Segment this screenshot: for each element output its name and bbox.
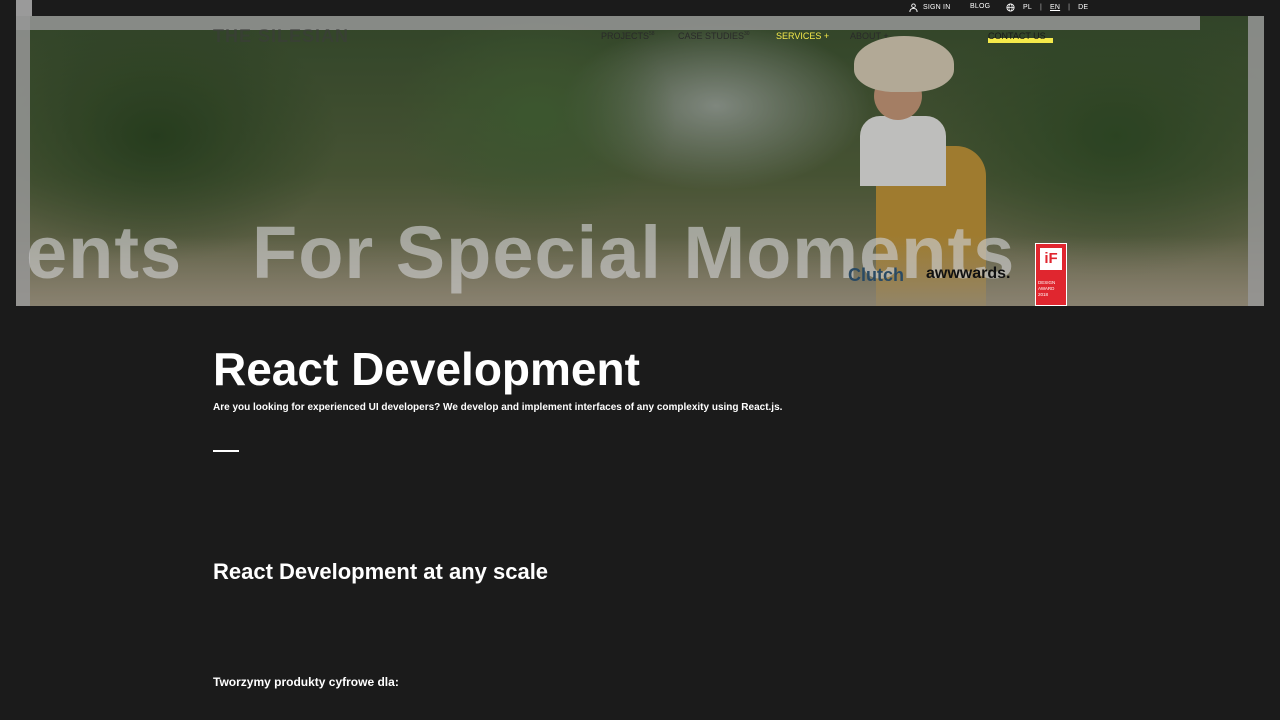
if-award-line: 2018 [1038, 292, 1049, 297]
language-switcher: PL | EN | DE [1006, 3, 1088, 12]
nav-services[interactable]: SERVICES + [776, 31, 829, 41]
utility-bar: SIGN IN BLOG PL | EN | DE [0, 0, 1280, 16]
site-logo[interactable]: THE SILESIAN [213, 26, 349, 47]
if-logo-icon: iF [1040, 248, 1062, 270]
if-award-text: DESIGN AWARD 2018 [1038, 280, 1066, 298]
if-design-award-badge[interactable]: iF DESIGN AWARD 2018 [1035, 243, 1067, 306]
clutch-badge[interactable]: Clutch [848, 265, 904, 286]
sign-in-label: SIGN IN [923, 4, 951, 11]
lang-separator: | [1068, 4, 1071, 11]
lang-pl[interactable]: PL [1023, 4, 1032, 11]
page-title: React Development [213, 343, 640, 395]
frame-top [16, 16, 1200, 30]
title-divider [213, 450, 239, 452]
section-title: React Development at any scale [213, 559, 549, 584]
nav-projects[interactable]: PROJECTS58 [601, 31, 655, 41]
blog-label: BLOG [970, 3, 991, 10]
nav-case-studies-count: 30 [744, 31, 750, 37]
products-label: Tworzymy produkty cyfrowe dla: [213, 675, 399, 689]
awwwards-badge[interactable]: awwwards. [926, 265, 1010, 283]
user-icon [909, 3, 918, 12]
marquee-text-fragment: ents [26, 211, 183, 294]
lang-separator: | [1039, 4, 1042, 11]
nav-projects-count: 58 [649, 31, 655, 37]
hero-marquee: ents For Special Moments [0, 208, 1280, 298]
page-subtitle: Are you looking for experienced UI devel… [213, 402, 783, 413]
nav-case-studies[interactable]: CASE STUDIES30 [678, 31, 750, 41]
lang-en[interactable]: EN [1050, 4, 1060, 11]
frame-corner [16, 0, 32, 16]
nav-case-studies-label: CASE STUDIES [678, 31, 745, 41]
nav-about[interactable]: ABOUT + [850, 31, 889, 41]
blog-link[interactable]: BLOG [970, 3, 990, 10]
sign-in-link[interactable]: SIGN IN [909, 3, 950, 12]
lang-de[interactable]: DE [1078, 4, 1088, 11]
contact-us-button[interactable]: CONTACT US [988, 31, 1046, 41]
globe-icon [1006, 3, 1015, 12]
nav-projects-label: PROJECTS [601, 31, 650, 41]
